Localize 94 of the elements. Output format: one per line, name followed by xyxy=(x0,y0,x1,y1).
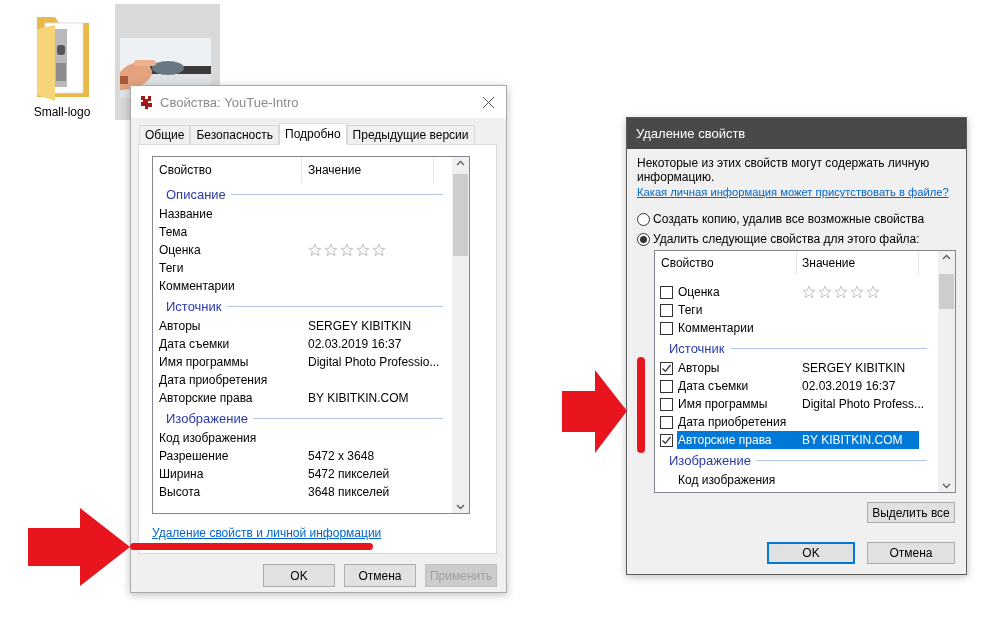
scrollbar[interactable] xyxy=(452,157,469,513)
property-value: BY KIBITKIN.COM xyxy=(308,391,410,405)
column-header[interactable]: Значение xyxy=(302,157,434,183)
message-text: Некоторые из этих свойств могут содержать личную информацию. xyxy=(637,156,931,184)
remove-properties-link[interactable]: Удаление свойств и личной информации xyxy=(152,526,382,540)
scrollbar[interactable] xyxy=(938,251,955,492)
dialog-button[interactable]: Отмена xyxy=(344,564,416,587)
property-name: Авторы xyxy=(677,361,721,375)
property-value: 5472 пикселей xyxy=(308,467,391,481)
property-name: Авторы xyxy=(159,319,202,333)
scroll-down-icon[interactable] xyxy=(942,483,951,489)
property-name: Авторские права xyxy=(159,391,254,405)
property-value: BY KIBITKIN.COM xyxy=(802,433,904,447)
radio-button[interactable] xyxy=(637,232,650,246)
group-heading: Описание xyxy=(166,186,226,202)
star-rating[interactable] xyxy=(802,285,880,299)
star-rating[interactable] xyxy=(308,243,386,257)
list-row[interactable]: Дата съемки 02.03.2019 16:37 xyxy=(677,377,919,395)
property-name: Оценка xyxy=(159,243,202,257)
dialog-button[interactable]: OK xyxy=(767,542,855,564)
star-icon xyxy=(802,285,816,299)
help-link[interactable]: Какая личная информация может присутствовать в файле? xyxy=(637,185,949,200)
property-value: 3648 пикселей xyxy=(308,485,391,499)
dialog-button[interactable]: OK xyxy=(263,564,335,587)
star-icon xyxy=(340,243,354,257)
property-name: Авторские права xyxy=(677,433,773,447)
property-value: Digital Photo Professio... xyxy=(308,355,441,369)
scroll-down-icon[interactable] xyxy=(456,504,465,510)
column-header[interactable]: Свойство xyxy=(655,251,797,275)
star-icon xyxy=(324,243,338,257)
tab[interactable]: Общие xyxy=(139,125,191,145)
property-name: Тема xyxy=(159,225,189,239)
group-heading: Изображение xyxy=(669,452,751,468)
checkbox[interactable] xyxy=(660,379,673,393)
list-row[interactable]: Авторы SERGEY KIBITKIN xyxy=(677,359,919,377)
property-name: Дата съемки xyxy=(677,379,750,393)
property-name: Высота xyxy=(159,485,202,499)
dialog-button[interactable]: Отмена xyxy=(867,542,955,564)
file-name: Small-logo xyxy=(33,105,91,119)
star-icon xyxy=(356,243,370,257)
column-header[interactable]: Значение xyxy=(797,251,919,275)
group-heading: Источник xyxy=(669,340,725,356)
star-icon xyxy=(818,285,832,299)
property-name: Дата съемки xyxy=(159,337,231,351)
option-label[interactable]: Создать копию, удалив все возможные свойства xyxy=(653,212,925,226)
list-row[interactable]: Авторские права BY KIBITKIN.COM xyxy=(677,431,919,449)
option-label[interactable]: Удалить следующие свойства для этого файла: xyxy=(653,232,920,246)
window-title: Свойства: YouTue-Intro xyxy=(160,94,300,110)
property-name: Теги xyxy=(159,261,185,275)
property-name: Код изображения xyxy=(159,431,258,445)
property-name: Ширина xyxy=(159,467,205,481)
list-row[interactable]: Теги xyxy=(677,301,802,319)
checkbox[interactable] xyxy=(660,397,673,411)
list-row[interactable]: Комментарии xyxy=(677,319,802,337)
tab[interactable]: Безопасность xyxy=(190,125,279,145)
property-name: Разрешение xyxy=(159,449,230,463)
star-icon xyxy=(866,285,880,299)
group-heading: Изображение xyxy=(166,410,248,426)
list-row[interactable]: Дата приобретения xyxy=(677,413,802,431)
group-heading: Источник xyxy=(166,298,222,314)
property-name: Оценка xyxy=(677,285,721,299)
scroll-thumb[interactable] xyxy=(453,174,468,256)
property-value: 5472 x 3648 xyxy=(308,449,376,463)
checkbox[interactable] xyxy=(660,415,673,429)
radio-button[interactable] xyxy=(637,212,650,226)
property-value: 02.03.2019 16:37 xyxy=(802,379,897,393)
star-icon xyxy=(834,285,848,299)
tab[interactable]: Подробно xyxy=(279,123,347,145)
checkbox[interactable] xyxy=(660,321,673,335)
property-name: Комментарии xyxy=(159,279,236,293)
window-title: Удаление свойств xyxy=(636,126,746,141)
checkbox[interactable] xyxy=(660,361,673,375)
property-value: 02.03.2019 16:37 xyxy=(308,337,403,351)
checkbox[interactable] xyxy=(660,285,673,299)
list-row[interactable]: Код изображения xyxy=(677,471,802,489)
scroll-up-icon[interactable] xyxy=(942,254,951,260)
property-value: SERGEY KIBITKIN xyxy=(802,361,907,375)
property-name: Название xyxy=(159,207,214,221)
property-value: SERGEY KIBITKIN xyxy=(308,319,413,333)
list-row[interactable]: Оценка xyxy=(677,283,880,301)
select-all-button[interactable]: Выделить все xyxy=(867,502,955,523)
property-name: Имя программы xyxy=(159,355,250,369)
tab[interactable]: Предыдущие версии xyxy=(346,125,475,145)
star-icon xyxy=(308,243,322,257)
scroll-thumb[interactable] xyxy=(939,274,954,309)
column-header[interactable]: Свойство xyxy=(153,157,302,183)
app-icon xyxy=(138,94,154,110)
checkbox[interactable] xyxy=(660,433,673,447)
checkbox[interactable] xyxy=(660,303,673,317)
star-icon xyxy=(850,285,864,299)
scroll-up-icon[interactable] xyxy=(456,160,465,166)
property-name: Дата приобретения xyxy=(159,373,269,387)
star-icon xyxy=(372,243,386,257)
property-name: Имя программы xyxy=(677,397,769,411)
